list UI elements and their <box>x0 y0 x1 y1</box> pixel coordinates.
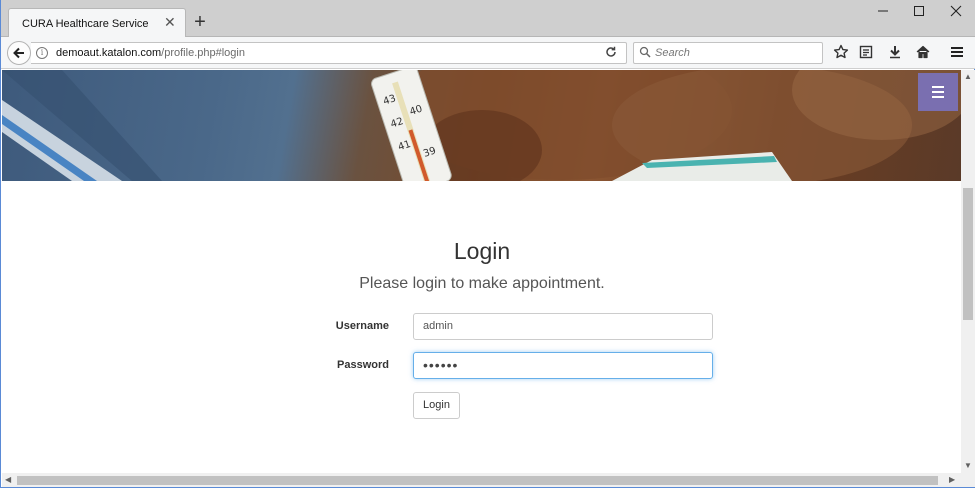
browser-tab[interactable]: CURA Healthcare Service ✕ <box>8 8 186 38</box>
menu-bar-icon <box>932 96 944 98</box>
close-window-icon[interactable] <box>942 4 970 24</box>
tab-title: CURA Healthcare Service <box>22 18 149 30</box>
browser-window: CURA Healthcare Service ✕ + i demoaut.ka… <box>0 0 975 488</box>
bookmark-star-icon[interactable] <box>833 44 851 62</box>
menu-bar-icon <box>932 91 944 93</box>
scroll-down-icon[interactable]: ▼ <box>964 461 972 470</box>
vertical-scrollbar[interactable]: ▲ ▼ <box>961 70 975 473</box>
search-placeholder: Search <box>655 47 690 59</box>
maximize-icon[interactable] <box>905 4 933 24</box>
scrollbar-corner <box>961 473 975 487</box>
url-text[interactable]: demoaut.katalon.com/profile.php#login <box>56 47 245 59</box>
page-title: Login <box>453 238 511 264</box>
menu-bar-icon <box>932 86 944 88</box>
url-host: demoaut.katalon.com <box>56 47 162 59</box>
info-icon[interactable]: i <box>36 47 48 59</box>
username-input[interactable]: admin <box>413 313 713 340</box>
tab-close-icon[interactable]: ✕ <box>164 15 176 29</box>
page-subtitle: Please login to make appointment. <box>359 275 605 292</box>
new-tab-icon[interactable]: + <box>191 12 209 32</box>
username-label: Username <box>335 320 389 332</box>
hamburger-menu-icon[interactable] <box>949 44 967 62</box>
download-icon[interactable] <box>887 44 905 62</box>
password-label: Password <box>337 359 389 371</box>
login-button[interactable]: Login <box>413 392 460 419</box>
scroll-left-icon[interactable]: ◀ <box>5 475 11 484</box>
horizontal-scrollbar[interactable]: ◀ ▶ <box>2 473 961 487</box>
navigation-toolbar: i demoaut.katalon.com/profile.php#login … <box>1 37 975 69</box>
vertical-scroll-thumb[interactable] <box>963 188 973 320</box>
reading-list-icon[interactable] <box>858 44 876 62</box>
search-bar[interactable]: Search <box>633 42 823 64</box>
scroll-right-icon[interactable]: ▶ <box>949 475 955 484</box>
url-path: /profile.php#login <box>161 47 245 59</box>
hero-illustration: 43 42 41 40 39 <box>2 70 962 181</box>
site-menu-toggle-button[interactable] <box>918 73 958 111</box>
address-bar[interactable]: i demoaut.katalon.com/profile.php#login <box>31 42 627 64</box>
back-arrow-icon <box>13 47 24 59</box>
minimize-icon[interactable] <box>869 4 897 24</box>
password-input[interactable]: •••••• <box>413 352 713 379</box>
home-icon[interactable] <box>915 44 933 62</box>
reload-icon[interactable] <box>605 46 617 61</box>
scroll-up-icon[interactable]: ▲ <box>964 72 972 81</box>
search-icon <box>639 46 651 58</box>
horizontal-scroll-thumb[interactable] <box>17 476 938 485</box>
hero-banner-image: 43 42 41 40 39 <box>2 70 962 181</box>
tab-strip: CURA Healthcare Service ✕ + <box>1 0 975 38</box>
back-button[interactable] <box>7 41 31 65</box>
page-viewport: 43 42 41 40 39 Login Please login to mak… <box>2 70 962 473</box>
